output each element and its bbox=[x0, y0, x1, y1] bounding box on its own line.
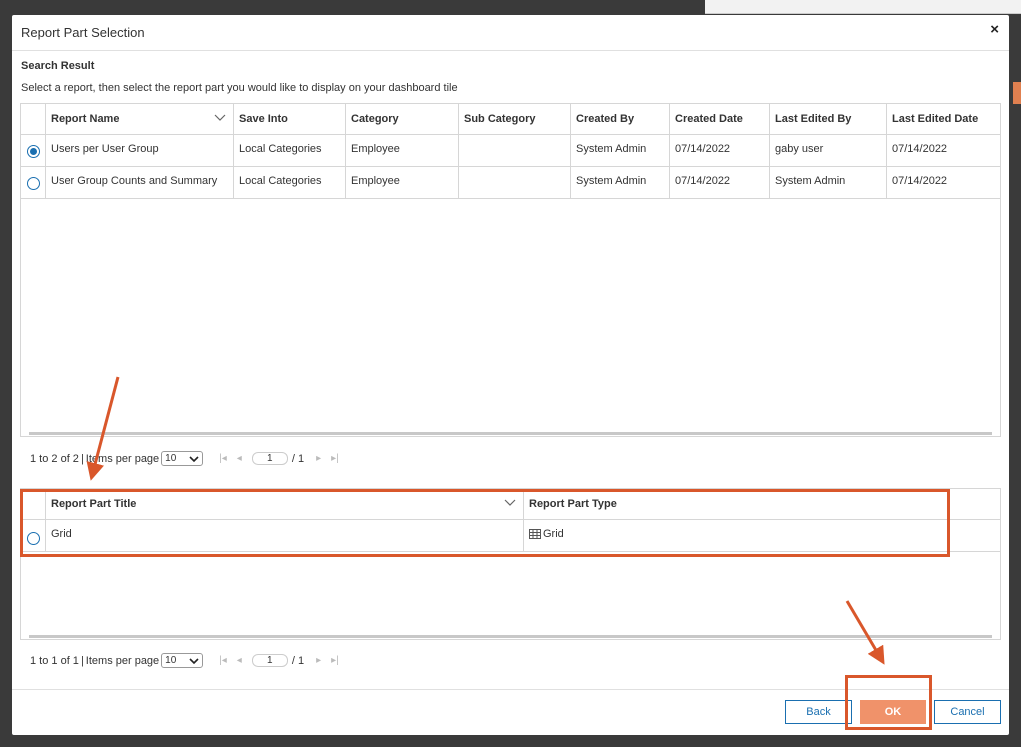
pager-separator: | bbox=[80, 654, 84, 667]
column-header-created-by[interactable]: Created By bbox=[571, 104, 670, 134]
dialog-title: Report Part Selection bbox=[21, 25, 145, 40]
cell-report-name: User Group Counts and Summary bbox=[46, 167, 234, 198]
pager-range: 1 to 2 of 2 bbox=[30, 452, 79, 465]
report-parts-grid-header: Report Part Title Report Part Type bbox=[21, 489, 1000, 520]
cancel-button[interactable]: Cancel bbox=[934, 700, 1001, 724]
cell-created-by: System Admin bbox=[571, 135, 670, 166]
report-part-selection-dialog: Report Part Selection × Search Result Se… bbox=[12, 15, 1009, 735]
background-page-accent bbox=[1013, 82, 1021, 104]
row-select-cell bbox=[21, 520, 46, 551]
per-page-value: 10 bbox=[165, 655, 177, 666]
horizontal-scrollbar[interactable] bbox=[29, 432, 992, 435]
instruction-text: Select a report, then select the report … bbox=[21, 82, 458, 94]
cell-created-by: System Admin bbox=[571, 167, 670, 198]
items-per-page-label: Items per page bbox=[85, 654, 160, 667]
items-per-page-select[interactable]: 10 bbox=[161, 451, 204, 466]
cell-sub-category bbox=[459, 135, 571, 166]
cell-last-edited-date: 07/14/2022 bbox=[892, 175, 948, 187]
pager-range: 1 to 1 of 1 bbox=[30, 654, 79, 667]
cell-created-date: 07/14/2022 bbox=[670, 135, 770, 166]
column-header-created-date[interactable]: Created Date bbox=[670, 104, 770, 134]
cell-last-edited-by: gaby user bbox=[770, 135, 887, 166]
reports-grid-header: Report Name Save Into Category Sub Categ… bbox=[21, 104, 1000, 135]
sort-chevron-icon[interactable] bbox=[214, 111, 226, 123]
column-label: Report Part Title bbox=[51, 498, 137, 510]
chevron-down-icon bbox=[189, 657, 199, 664]
last-page-icon[interactable]: ▸| bbox=[331, 453, 339, 464]
report-parts-grid: Report Part Title Report Part Type Grid … bbox=[20, 488, 1001, 640]
cell-report-name: Users per User Group bbox=[46, 135, 234, 166]
close-icon[interactable]: × bbox=[990, 22, 999, 37]
row-radio[interactable] bbox=[26, 177, 40, 190]
column-header-report-part-type[interactable]: Report Part Type bbox=[524, 489, 1000, 519]
cell-save-into: Local Categories bbox=[234, 167, 346, 198]
first-page-icon[interactable]: |◂ bbox=[219, 453, 227, 464]
row-radio[interactable] bbox=[26, 145, 40, 158]
items-per-page-select[interactable]: 10 bbox=[161, 653, 204, 668]
background-page-strip bbox=[705, 0, 1021, 14]
next-page-icon[interactable]: ▸ bbox=[316, 453, 321, 464]
page-number-input[interactable]: 1 bbox=[251, 654, 288, 667]
chevron-down-icon bbox=[189, 455, 199, 462]
column-header-last-edited-date[interactable]: Last Edited Date bbox=[887, 104, 1000, 134]
row-radio[interactable] bbox=[26, 532, 40, 545]
row-select-cell bbox=[21, 167, 46, 198]
cell-category: Employee bbox=[346, 135, 459, 166]
cell-save-into: Local Categories bbox=[234, 135, 346, 166]
sort-chevron-icon[interactable] bbox=[504, 496, 516, 508]
last-page-icon[interactable]: ▸| bbox=[331, 655, 339, 666]
table-row[interactable]: Grid Grid bbox=[21, 520, 1000, 552]
select-column-header bbox=[21, 489, 46, 519]
back-button[interactable]: Back bbox=[785, 700, 852, 724]
dialog-header: Report Part Selection × bbox=[12, 15, 1009, 51]
table-row[interactable]: Users per User Group Local Categories Em… bbox=[21, 135, 1000, 167]
select-column-header bbox=[21, 104, 46, 134]
report-parts-pager: 1 to 1 of 1 | Items per page 10 |◂ ◂ 1 /… bbox=[30, 653, 349, 668]
cell-last-edited-date: 07/14/2022 bbox=[892, 143, 948, 155]
page-total: / 1 bbox=[291, 654, 305, 667]
prev-page-icon[interactable]: ◂ bbox=[237, 655, 242, 666]
page-total: / 1 bbox=[291, 452, 305, 465]
horizontal-scrollbar[interactable] bbox=[29, 635, 992, 638]
per-page-value: 10 bbox=[165, 453, 177, 464]
page-number-input[interactable]: 1 bbox=[251, 452, 288, 465]
search-result-title: Search Result bbox=[21, 60, 95, 72]
cell-created-date: 07/14/2022 bbox=[670, 167, 770, 198]
table-row[interactable]: User Group Counts and Summary Local Cate… bbox=[21, 167, 1000, 199]
part-type-label: Grid bbox=[543, 528, 564, 540]
first-page-icon[interactable]: |◂ bbox=[219, 655, 227, 666]
column-label: Report Name bbox=[51, 113, 120, 125]
cell-sub-category bbox=[459, 167, 571, 198]
row-select-cell bbox=[21, 135, 46, 166]
grid-icon bbox=[529, 529, 541, 539]
column-header-sub-category[interactable]: Sub Category bbox=[459, 104, 571, 134]
column-header-last-edited-by[interactable]: Last Edited By bbox=[770, 104, 887, 134]
column-header-category[interactable]: Category bbox=[346, 104, 459, 134]
ok-button[interactable]: OK bbox=[860, 700, 926, 724]
prev-page-icon[interactable]: ◂ bbox=[237, 453, 242, 464]
cell-report-part-type: Grid bbox=[524, 520, 1000, 551]
next-page-icon[interactable]: ▸ bbox=[316, 655, 321, 666]
column-header-report-name[interactable]: Report Name bbox=[46, 104, 234, 134]
reports-grid: Report Name Save Into Category Sub Categ… bbox=[20, 103, 1001, 437]
pager-separator: | bbox=[80, 452, 84, 465]
cell-report-part-title: Grid bbox=[46, 520, 524, 551]
column-header-save-into[interactable]: Save Into bbox=[234, 104, 346, 134]
cell-category: Employee bbox=[346, 167, 459, 198]
column-header-report-part-title[interactable]: Report Part Title bbox=[46, 489, 524, 519]
items-per-page-label: Items per page bbox=[85, 452, 160, 465]
cell-last-edited-by: System Admin bbox=[770, 167, 887, 198]
reports-pager: 1 to 2 of 2 | Items per page 10 |◂ ◂ 1 /… bbox=[30, 451, 349, 466]
